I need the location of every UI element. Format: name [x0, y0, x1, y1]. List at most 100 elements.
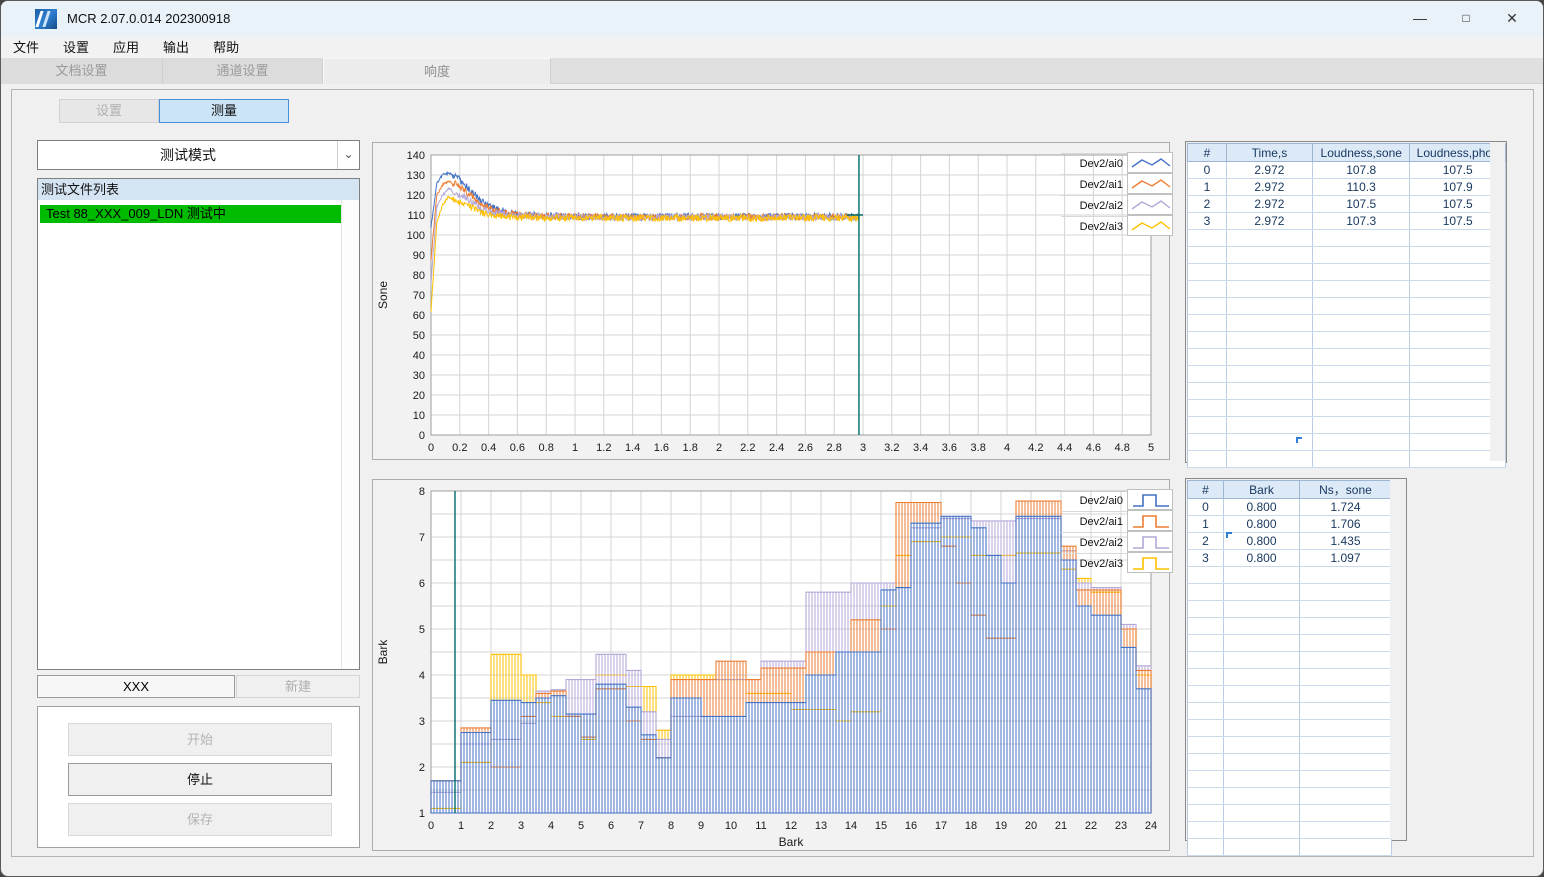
- table-row[interactable]: [1187, 651, 1392, 669]
- legend-entry: Dev2/ai3: [1061, 215, 1173, 237]
- svg-text:80: 80: [413, 270, 425, 282]
- svg-text:4.4: 4.4: [1057, 442, 1072, 454]
- table-row[interactable]: [1187, 314, 1506, 332]
- table-row[interactable]: [1187, 736, 1392, 754]
- save-button[interactable]: 保存: [68, 803, 332, 836]
- maximize-button[interactable]: □: [1443, 1, 1489, 35]
- table-row[interactable]: 1 0.800 1.706: [1187, 515, 1392, 533]
- file-list-item[interactable]: Test 88_XXX_009_LDN 测试中: [40, 205, 341, 223]
- menu-item[interactable]: 设置: [51, 37, 101, 58]
- table-row[interactable]: [1187, 634, 1392, 652]
- menu-item[interactable]: 应用: [101, 37, 151, 58]
- table-row[interactable]: [1187, 280, 1506, 298]
- table-row[interactable]: [1187, 838, 1392, 856]
- svg-text:2.8: 2.8: [827, 442, 842, 454]
- table-row[interactable]: 0 0.800 1.724: [1187, 498, 1392, 516]
- table-row[interactable]: 0 2.972 107.8 107.5: [1187, 161, 1506, 179]
- table-row[interactable]: [1187, 365, 1506, 383]
- table-row[interactable]: [1187, 753, 1392, 771]
- table-row[interactable]: [1187, 246, 1506, 264]
- table-cell: [1311, 246, 1411, 264]
- svg-text:12: 12: [785, 820, 797, 832]
- svg-text:0.6: 0.6: [510, 442, 525, 454]
- table-row[interactable]: [1187, 450, 1506, 468]
- table-row[interactable]: 2 2.972 107.5 107.5: [1187, 195, 1506, 213]
- subtab-measure[interactable]: 测量: [159, 99, 289, 123]
- subtab-settings[interactable]: 设置: [59, 99, 159, 123]
- legend-label: Dev2/ai3: [1061, 553, 1127, 574]
- svg-text:18: 18: [965, 820, 977, 832]
- table-cell: [1187, 314, 1227, 332]
- table-cell: [1223, 770, 1300, 788]
- table-row[interactable]: [1187, 348, 1506, 366]
- table-row[interactable]: [1187, 399, 1506, 417]
- table-cell: [1299, 821, 1392, 839]
- line-series-icon: [1127, 215, 1173, 236]
- svg-text:5: 5: [419, 624, 425, 636]
- table-row[interactable]: [1187, 297, 1506, 315]
- table-row[interactable]: [1187, 382, 1506, 400]
- table-cell: [1187, 617, 1224, 635]
- minimize-button[interactable]: —: [1397, 1, 1443, 35]
- svg-text:24: 24: [1145, 820, 1157, 832]
- main-tab[interactable]: 文档设置: [1, 58, 163, 84]
- main-tab[interactable]: 通道设置: [163, 58, 323, 84]
- table-cell: 0.800: [1223, 549, 1300, 567]
- table-cell: 2.972: [1225, 212, 1314, 230]
- table-row[interactable]: [1187, 787, 1392, 805]
- table-row[interactable]: 3 0.800 1.097: [1187, 549, 1392, 567]
- table-row[interactable]: [1187, 821, 1392, 839]
- loudness-time-chart[interactable]: 0 0.2 0.4 0.6 0.8 1 1.2 1.4 1.6 1.8 2 2.2 2.4 2.6 2.8 3…: [373, 143, 1169, 471]
- table-row[interactable]: [1187, 416, 1506, 434]
- table-cell: [1311, 348, 1411, 366]
- svg-text:19: 19: [995, 820, 1007, 832]
- svg-text:0.4: 0.4: [481, 442, 496, 454]
- table-cell: [1223, 600, 1300, 618]
- table-row[interactable]: [1187, 331, 1506, 349]
- table-row[interactable]: [1187, 433, 1506, 451]
- svg-text:3.8: 3.8: [971, 442, 986, 454]
- test-mode-dropdown[interactable]: 测试模式 ⌄: [37, 140, 360, 170]
- table-row[interactable]: 3 2.972 107.3 107.5: [1187, 212, 1506, 230]
- list-action-buttons: XXX 新建: [37, 675, 360, 698]
- table-row[interactable]: [1187, 617, 1392, 635]
- table-cell: [1225, 348, 1314, 366]
- table-scrollbar[interactable]: [1390, 480, 1405, 839]
- legend-label: Dev2/ai0: [1061, 153, 1127, 174]
- table-row[interactable]: [1187, 229, 1506, 247]
- svg-text:11: 11: [755, 820, 766, 832]
- table-row[interactable]: 1 2.972 110.3 107.9: [1187, 178, 1506, 196]
- chevron-down-icon[interactable]: ⌄: [337, 141, 359, 169]
- table-row[interactable]: [1187, 263, 1506, 281]
- table-row[interactable]: [1187, 566, 1392, 584]
- table-row[interactable]: [1187, 685, 1392, 703]
- menu-item[interactable]: 输出: [151, 37, 201, 58]
- legend-label: Dev2/ai2: [1061, 195, 1127, 216]
- table-cell: [1225, 331, 1314, 349]
- table-cell: [1299, 838, 1392, 856]
- table-scrollbar[interactable]: [1490, 143, 1505, 461]
- specific-loudness-chart[interactable]: 0 1 2 3 4 5 6 7 8 9 10 11 12 13 14 15 16 17 18 19 20 21 22 23 24…: [373, 480, 1169, 850]
- table-row[interactable]: [1187, 804, 1392, 822]
- table-row[interactable]: [1187, 719, 1392, 737]
- table-row[interactable]: [1187, 702, 1392, 720]
- table-row[interactable]: [1187, 600, 1392, 618]
- menu-item[interactable]: 文件: [1, 37, 51, 58]
- main-tab[interactable]: 响度: [323, 58, 551, 84]
- table-row[interactable]: [1187, 770, 1392, 788]
- table-row[interactable]: [1187, 583, 1392, 601]
- menu-item[interactable]: 帮助: [201, 37, 251, 58]
- table-cell: [1299, 685, 1392, 703]
- svg-text:3: 3: [419, 716, 425, 728]
- xxx-button[interactable]: XXX: [37, 675, 235, 698]
- legend-entry: Dev2/ai3: [1061, 552, 1173, 574]
- table-row[interactable]: 2 0.800 1.435: [1187, 532, 1392, 550]
- start-button[interactable]: 开始: [68, 723, 332, 756]
- stop-button[interactable]: 停止: [68, 763, 332, 796]
- close-button[interactable]: ✕: [1489, 1, 1535, 35]
- table-cell: [1311, 229, 1411, 247]
- table-row[interactable]: [1187, 668, 1392, 686]
- menu-bar: 文件 设置 应用 输出 帮助: [1, 37, 1543, 58]
- new-button[interactable]: 新建: [236, 675, 360, 698]
- file-list-scrollbar[interactable]: [341, 200, 359, 669]
